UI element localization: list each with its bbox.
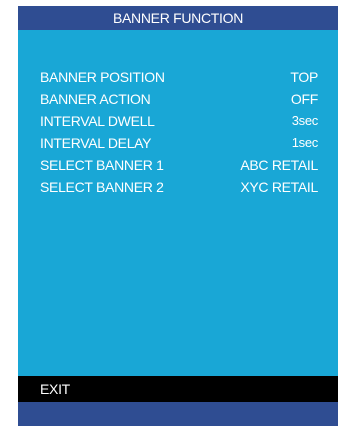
menu-title: BANNER FUNCTION [112,10,244,26]
menu-item-label: INTERVAL DWELL [40,113,155,129]
menu-item-label: BANNER ACTION [40,91,151,107]
menu-item-label: BANNER POSITION [40,69,165,85]
exit-button[interactable]: EXIT [18,376,338,402]
menu-item-label: INTERVAL DELAY [40,135,152,151]
menu-title-bar: BANNER FUNCTION [18,6,338,30]
menu-list: BANNER POSITION TOP BANNER ACTION OFF IN… [18,67,338,199]
bottom-status-bar [18,402,338,426]
menu-item-interval-dwell[interactable]: INTERVAL DWELL 3sec [18,111,338,133]
menu-item-value: 3sec [291,113,319,128]
menu-item-value: 1sec [291,135,319,150]
menu-item-value: TOP [290,69,318,85]
osd-menu-panel: BANNER FUNCTION BANNER POSITION TOP BANN… [18,6,338,426]
menu-item-banner-position[interactable]: BANNER POSITION TOP [18,67,338,89]
menu-item-label: SELECT BANNER 2 [40,179,164,195]
menu-item-banner-action[interactable]: BANNER ACTION OFF [18,89,338,111]
menu-item-value: ABC RETAIL [240,157,318,173]
menu-item-label: SELECT BANNER 1 [40,157,164,173]
menu-item-select-banner-2[interactable]: SELECT BANNER 2 XYC RETAIL [18,177,338,199]
menu-item-value: OFF [290,91,318,107]
menu-item-select-banner-1[interactable]: SELECT BANNER 1 ABC RETAIL [18,155,338,177]
menu-item-interval-delay[interactable]: INTERVAL DELAY 1sec [18,133,338,155]
menu-item-value: XYC RETAIL [240,179,318,195]
exit-label: EXIT [40,381,70,397]
